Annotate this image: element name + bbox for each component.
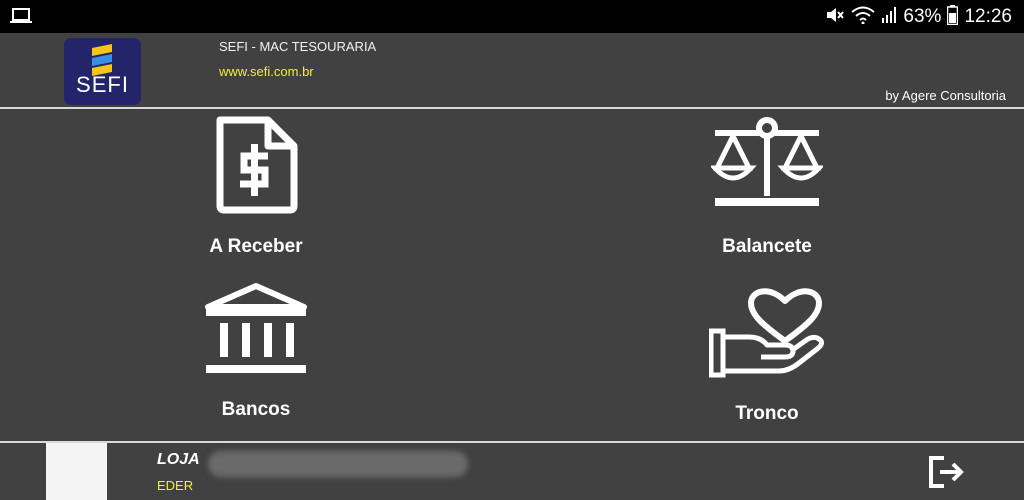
- donation-hand-heart-icon: [709, 288, 825, 378]
- menu-label: Balancete: [722, 236, 812, 257]
- sefi-logo: SEFI: [64, 38, 141, 105]
- bank-icon: [205, 283, 307, 373]
- store-name-redacted: [208, 451, 468, 477]
- logout-icon[interactable]: [928, 455, 966, 494]
- battery-icon: [947, 4, 959, 30]
- scale-icon: [711, 117, 823, 206]
- avatar: [46, 443, 107, 500]
- logo-text: SEFI: [76, 72, 129, 97]
- credit-text: by Agere Consultoria: [885, 88, 1006, 103]
- wifi-icon: [851, 6, 876, 29]
- clock: 12:26: [964, 6, 1012, 27]
- store-label: LOJA: [157, 451, 200, 468]
- menu-balancete[interactable]: Balancete: [637, 116, 897, 266]
- laptop-icon: [10, 8, 32, 29]
- menu-bancos[interactable]: Bancos: [126, 283, 386, 433]
- user-name: EDER: [157, 478, 194, 493]
- status-bar: 63% 12:26: [0, 0, 1024, 33]
- mute-icon: [825, 6, 845, 29]
- menu-a-receber[interactable]: A Receber: [126, 116, 386, 266]
- menu-label: Tronco: [735, 403, 799, 424]
- menu-label: A Receber: [209, 236, 303, 257]
- app-title: SEFI - MAC TESOURARIA: [219, 39, 377, 54]
- app-header: SEFI SEFI - MAC TESOURARIA www.sefi.com.…: [0, 33, 1024, 107]
- header-divider: [0, 107, 1024, 109]
- footer: LOJA EDER: [0, 443, 1024, 500]
- invoice-dollar-icon: [216, 116, 298, 214]
- app-url[interactable]: www.sefi.com.br: [219, 64, 314, 79]
- battery-percent: 63%: [903, 6, 942, 27]
- menu-tronco[interactable]: Tronco: [637, 283, 897, 433]
- menu-label: Bancos: [221, 399, 291, 420]
- signal-icon: [881, 6, 897, 29]
